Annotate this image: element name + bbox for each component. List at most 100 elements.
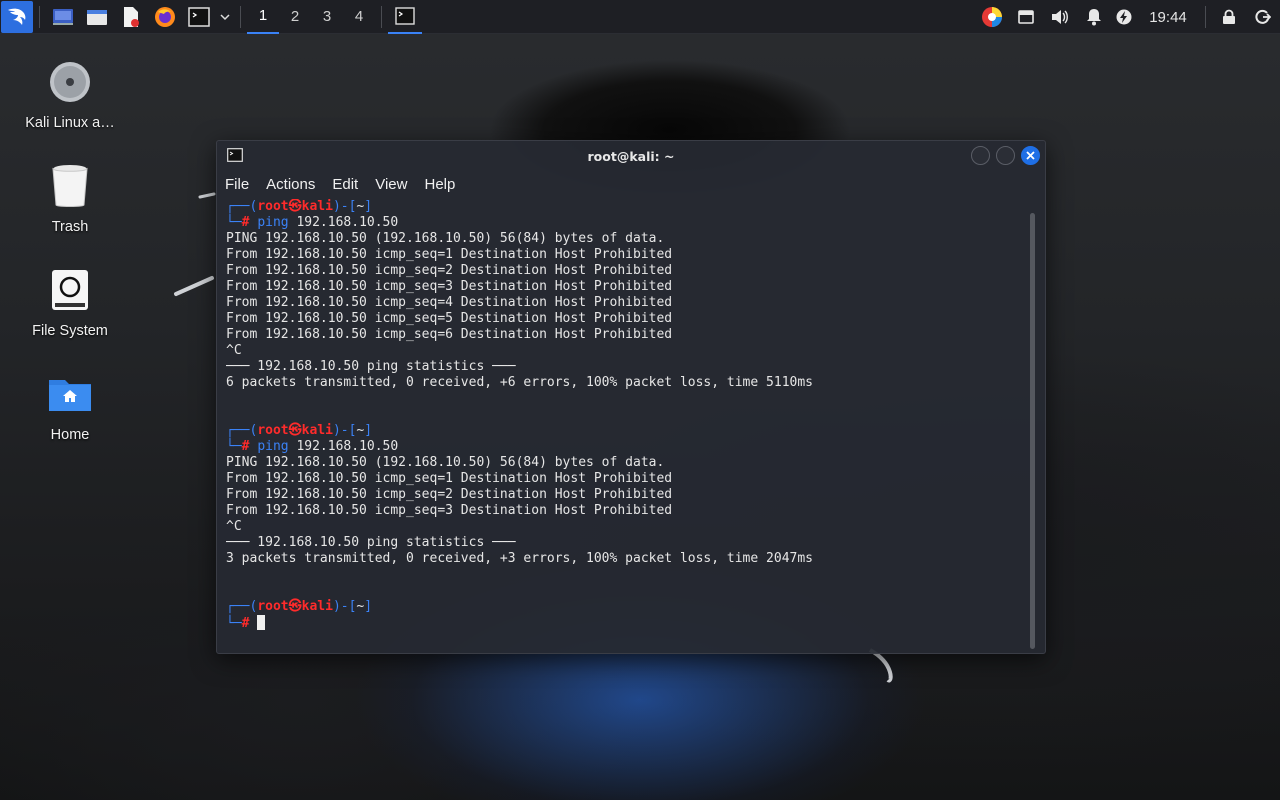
prompt-bracket: ] [364,199,373,214]
menu-view[interactable]: View [375,176,407,193]
workspace-3[interactable]: 3 [311,0,343,34]
command-argument: 192.168.10.50 [288,215,399,230]
file-manager-launcher[interactable] [80,0,114,34]
command-argument: 192.168.10.50 [288,439,399,454]
close-button[interactable] [1021,146,1040,165]
terminal-icon [227,148,243,162]
desktop-icon-label: Trash [51,219,89,235]
taskbar-separator [39,5,40,28]
output-line: From 192.168.10.50 icmp_seq=2 Destinatio… [226,263,673,278]
desktop-icon-trash[interactable]: Trash [10,162,130,235]
chevron-down-icon [220,13,230,20]
workspace-4[interactable]: 4 [343,0,375,34]
volume-button[interactable] [1043,0,1077,34]
text-cursor [257,615,266,630]
clipboard-button[interactable] [1009,0,1043,34]
prompt-line: ┌──(root㉿kali)-[~] [226,599,1026,615]
taskbar: 1 2 3 4 19:44 [0,0,1280,34]
power-manager-button[interactable] [1111,0,1137,34]
close-icon [1026,151,1035,160]
prompt-hash: # [241,616,250,631]
desktop-icon-label: Home [50,427,90,443]
trash-icon [46,162,94,210]
power-bolt-icon [1116,9,1132,25]
taskbar-separator [1205,6,1206,28]
window-title: root@kali: ~ [587,148,675,164]
maximize-button[interactable] [996,146,1015,165]
lock-screen-button[interactable] [1212,0,1246,34]
output-line: ^C [226,519,242,534]
firefox-launcher[interactable] [148,0,182,34]
terminal-window[interactable]: root@kali: ~ File Actions Edit View Help… [216,140,1046,654]
output-line: From 192.168.10.50 icmp_seq=3 Destinatio… [226,503,673,518]
workspace-2[interactable]: 2 [279,0,311,34]
kali-dragon-icon [8,8,26,25]
terminal-icon [395,6,415,25]
output-line: From 192.168.10.50 icmp_seq=2 Destinatio… [226,487,673,502]
output-line: PING 192.168.10.50 (192.168.10.50) 56(84… [226,231,665,246]
output-line: 6 packets transmitted, 0 received, +6 er… [226,375,813,390]
minimize-button[interactable] [971,146,990,165]
menu-help[interactable]: Help [424,176,455,193]
scrollbar[interactable] [1030,213,1035,649]
taskbar-separator [381,5,382,28]
desktop-icon-file-system[interactable]: File System [10,266,130,339]
text-editor-icon [124,6,139,27]
color-picker-button[interactable] [975,0,1009,34]
prompt-corner: └─ [226,616,242,631]
notifications-button[interactable] [1077,0,1111,34]
desktop-icon-home[interactable]: Home [10,370,130,443]
menu-actions[interactable]: Actions [266,176,315,193]
bell-icon [1087,9,1101,26]
text-editor-launcher[interactable] [114,0,148,34]
prompt-bracket: )-[ [332,423,357,438]
file-manager-icon [87,9,107,25]
prompt-corner: └─ [226,439,242,454]
system-tray: 19:44 [975,0,1280,34]
prompt-corner: ┌──( [226,199,258,214]
output-line: From 192.168.10.50 icmp_seq=4 Destinatio… [226,295,673,310]
drive-icon [46,266,94,314]
terminal-launcher[interactable] [182,0,216,34]
workspace-1[interactable]: 1 [247,0,279,34]
menu-file[interactable]: File [225,176,249,193]
prompt-corner: └─ [226,215,242,230]
output-line: 3 packets transmitted, 0 received, +3 er… [226,551,813,566]
prompt-line: ┌──(root㉿kali)-[~] [226,199,1026,215]
prompt-user-host: root㉿kali [257,199,333,214]
display-icon [53,8,73,25]
disc-icon [46,58,94,106]
terminal-output[interactable]: ┌──(root㉿kali)-[~] └─# ping 192.168.10.50… [226,199,1026,649]
prompt-user-host: root㉿kali [257,599,333,614]
desktop-icon-label: Kali Linux a… [25,115,115,131]
command-line: └─# [226,615,1026,631]
output-line: ─── 192.168.10.50 ping statistics ─── [226,535,516,550]
output-line: ^C [226,343,242,358]
speaker-icon [1052,10,1068,24]
desktop-icon-kali-linux[interactable]: Kali Linux a… [10,58,130,131]
window-controls [971,146,1040,165]
window-titlebar[interactable]: root@kali: ~ [217,141,1045,171]
prompt-corner: ┌──( [226,599,258,614]
clock[interactable]: 19:44 [1137,0,1199,34]
clipboard-icon [1018,10,1034,24]
output-line: From 192.168.10.50 icmp_seq=1 Destinatio… [226,471,673,486]
prompt-hash: # [241,439,250,454]
command-name: ping [257,215,289,230]
taskbar-terminal-window[interactable] [388,0,422,34]
lock-icon [1223,9,1235,24]
command-line: └─# ping 192.168.10.50 [226,215,1026,231]
home-folder-icon [46,370,94,418]
logout-button[interactable] [1246,0,1280,34]
output-line: From 192.168.10.50 icmp_seq=3 Destinatio… [226,279,673,294]
kali-menu-button[interactable] [1,0,33,33]
show-desktop-button[interactable] [46,0,80,34]
taskbar-separator [240,5,241,28]
firefox-icon [155,6,175,27]
menu-edit[interactable]: Edit [332,176,358,193]
launcher-dropdown-button[interactable] [216,0,234,34]
output-line: From 192.168.10.50 icmp_seq=6 Destinatio… [226,327,673,342]
